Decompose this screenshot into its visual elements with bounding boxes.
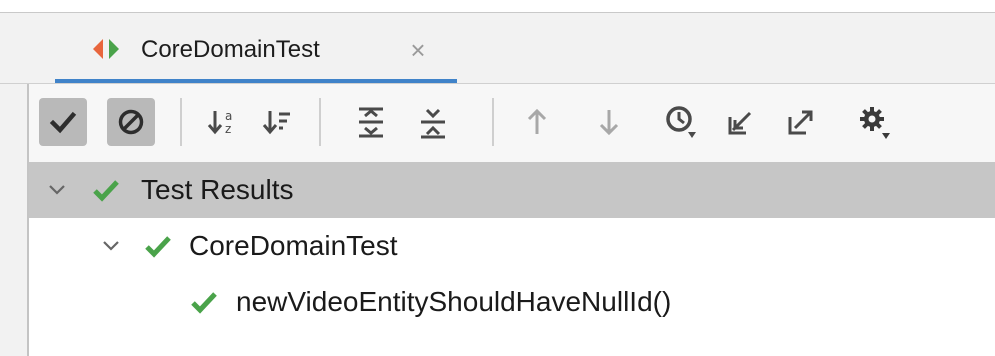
ignored-icon [118,109,144,135]
test-toolbar: a z [29,84,995,162]
show-passed-button[interactable] [39,98,87,146]
history-icon [666,106,696,138]
sort-alphabetically-button[interactable]: a z [199,98,247,146]
passed-check-icon [93,180,119,202]
sort-by-duration-button[interactable] [254,98,302,146]
arrow-down-icon [599,110,619,136]
export-tests-button[interactable] [777,98,825,146]
previous-failed-button[interactable] [513,98,561,146]
tree-row-label: newVideoEntityShouldHaveNullId() [236,286,672,317]
expand-all-button[interactable] [347,98,395,146]
tree-row-label: Test Results [141,174,294,205]
tree-row-test-results[interactable]: Test Results [29,162,995,218]
sort-duration-icon [262,111,290,135]
collapse-all-icon [421,108,445,139]
import-icon [728,111,752,135]
check-icon [49,111,77,134]
expand-all-icon [359,107,383,138]
toolbar-separator [180,98,182,146]
chevron-down-icon[interactable] [45,176,69,204]
tree-row-test-method[interactable]: newVideoEntityShouldHaveNullId() [29,274,995,330]
next-failed-button[interactable] [585,98,633,146]
passed-check-icon [191,292,217,314]
show-ignored-button[interactable] [107,98,155,146]
top-border [0,0,995,13]
test-history-button[interactable] [657,98,705,146]
arrow-up-icon [527,108,547,134]
import-tests-button[interactable] [717,98,765,146]
export-icon [788,110,813,135]
test-runner-window: CoreDomainTest × a z Test Results CoreDo… [0,0,995,356]
passed-check-icon [145,236,171,258]
test-results-tree: Test Results CoreDomainTest newVideoEnti… [29,162,995,356]
sort-alpha-icon: a z [207,109,232,136]
tab-active-indicator [55,79,457,83]
close-icon[interactable]: × [403,35,433,65]
tree-row-coredomaintest[interactable]: CoreDomainTest [29,218,995,274]
chevron-down-icon[interactable] [99,232,123,260]
tree-row-label: CoreDomainTest [189,230,398,261]
svg-text:a: a [225,109,232,123]
svg-text:z: z [225,122,231,136]
left-gutter [0,84,29,356]
tab-bar: CoreDomainTest × [0,13,995,84]
gear-icon [860,107,890,139]
tab-label: CoreDomainTest [141,36,320,63]
settings-button[interactable] [851,98,899,146]
test-run-icon [93,39,119,59]
collapse-all-button[interactable] [409,98,457,146]
tab-coredomaintest[interactable]: CoreDomainTest × [55,13,457,83]
toolbar-separator [492,98,494,146]
toolbar-separator [319,98,321,146]
